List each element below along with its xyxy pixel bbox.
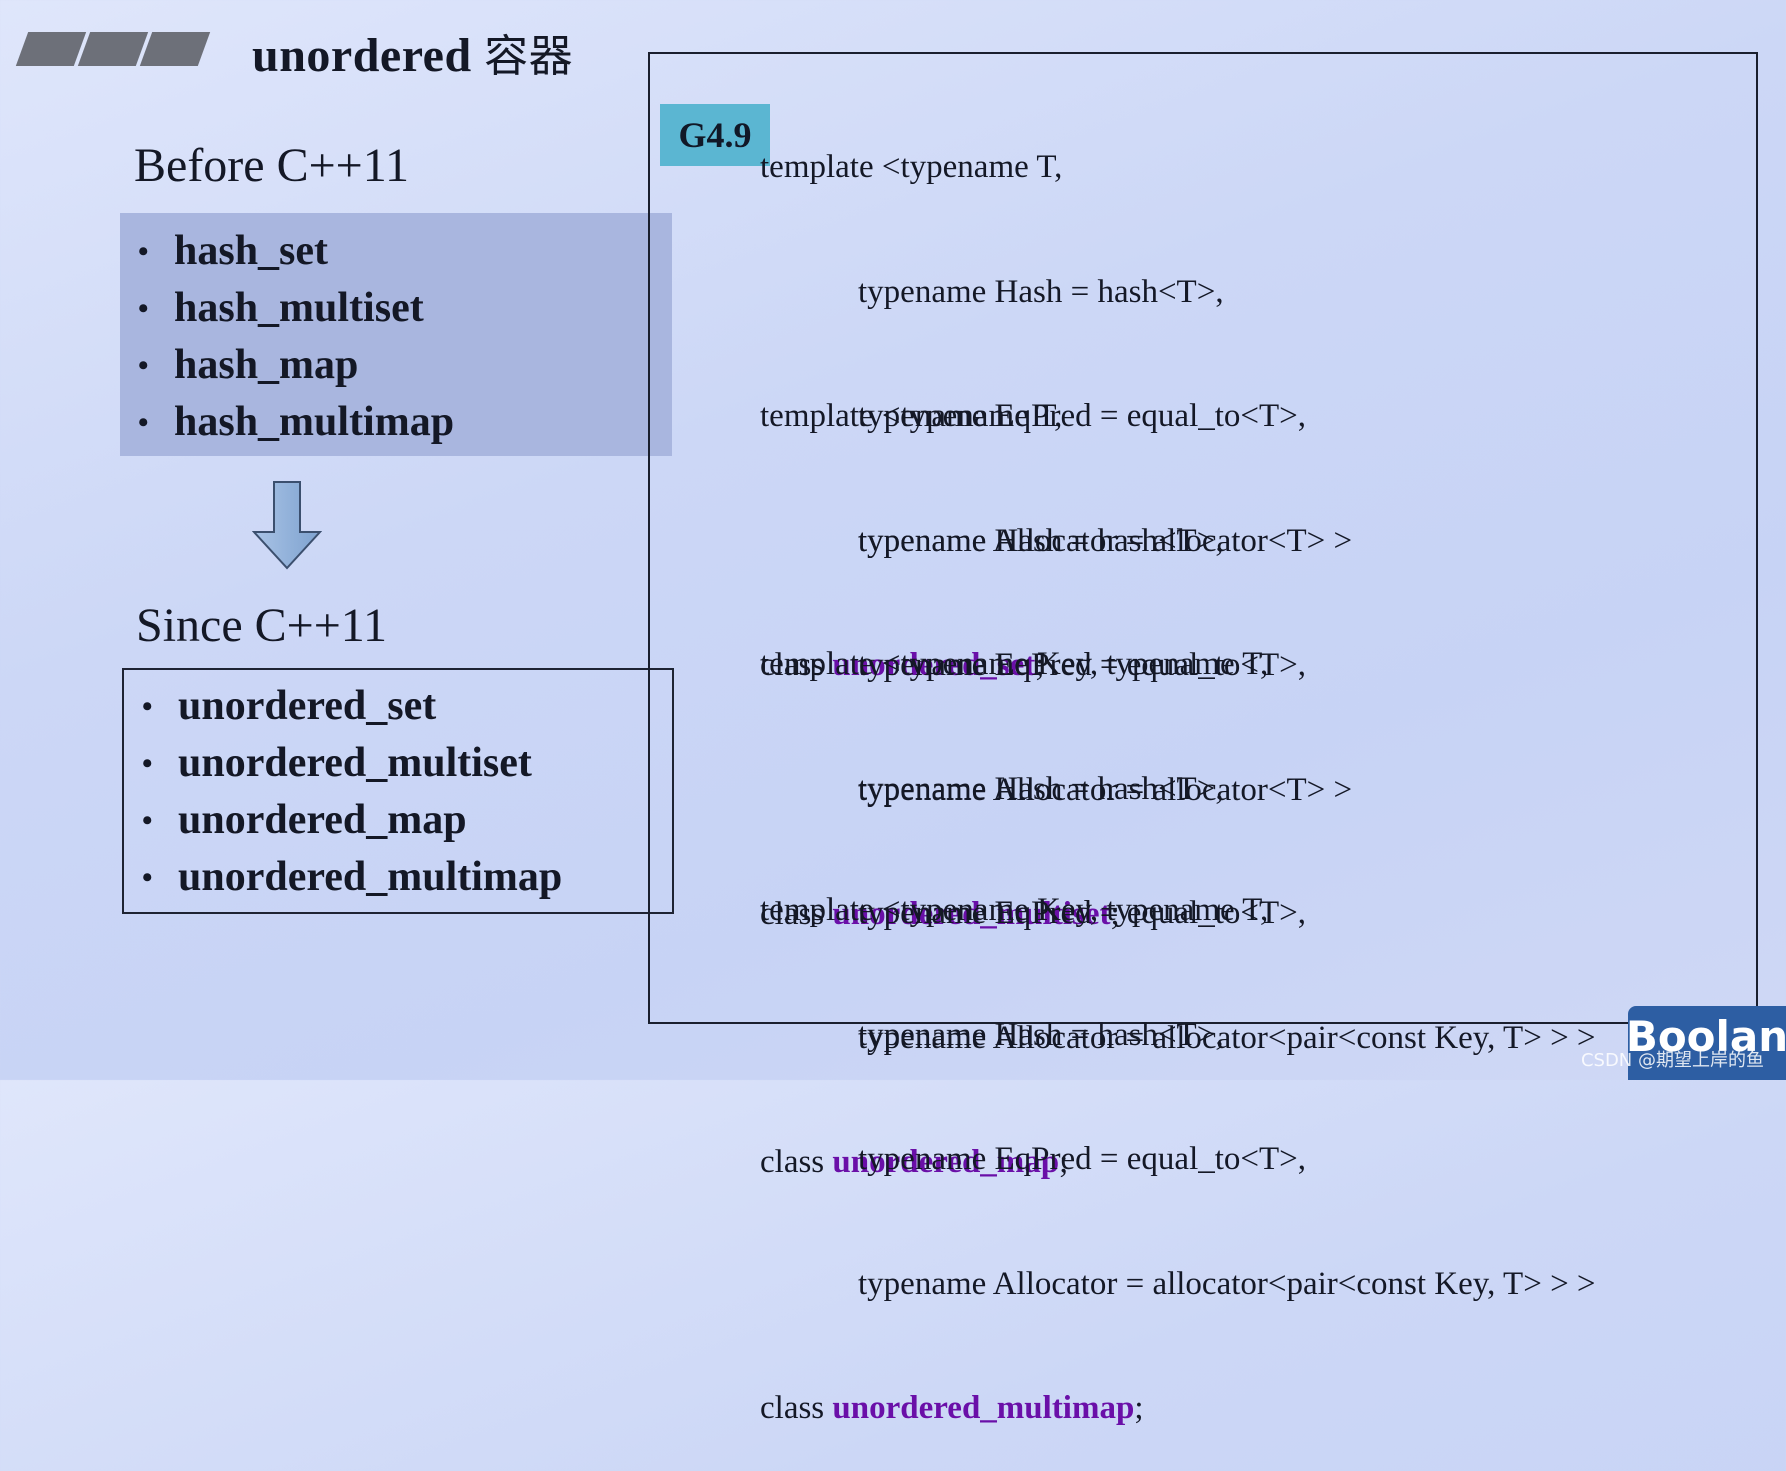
slanted-bars-decoration-1 bbox=[15, 32, 87, 66]
slanted-bars-decoration-3 bbox=[139, 32, 211, 66]
code-line: typename Hash = hash<T>, bbox=[858, 273, 1224, 310]
before-cpp11-list-box: hash_set hash_multiset hash_map hash_mul… bbox=[120, 213, 672, 456]
list-item: hash_set bbox=[120, 223, 672, 280]
list-item: unordered_set bbox=[124, 678, 672, 735]
code-line: typename Hash = hash<T>, bbox=[858, 1016, 1224, 1053]
down-arrow-icon bbox=[252, 481, 322, 570]
before-cpp11-heading: Before C++11 bbox=[134, 139, 409, 192]
code-line: template <typename T, bbox=[760, 149, 1063, 185]
csdn-watermark: CSDN @期望上岸的鱼 bbox=[1580, 1050, 1764, 1071]
terminator: ; bbox=[1134, 1390, 1144, 1426]
code-line: typename EqPred = equal_to<T>, bbox=[858, 1141, 1307, 1177]
code-line: typename Hash = hash<T>, bbox=[858, 770, 1224, 807]
code-block-unordered-multimap: template <typename Key, typename T, type… bbox=[760, 807, 1596, 1471]
since-cpp11-list-box: unordered_set unordered_multiset unorder… bbox=[122, 668, 674, 914]
code-line: typename Hash = hash<T>, bbox=[858, 522, 1224, 559]
class-keyword: class bbox=[760, 1390, 833, 1426]
slide-title-latin: unordered bbox=[252, 29, 485, 82]
list-item: unordered_map bbox=[124, 792, 672, 849]
list-item: unordered_multimap bbox=[124, 849, 672, 906]
code-line: typename Allocator = allocator<pair<cons… bbox=[858, 1265, 1596, 1302]
list-item: unordered_multiset bbox=[124, 735, 672, 792]
list-item: hash_multimap bbox=[120, 394, 672, 451]
code-line: template <typename Key, typename T, bbox=[760, 892, 1269, 928]
code-line: template <typename T, bbox=[760, 398, 1063, 434]
code-line: template <typename Key, typename T, bbox=[760, 646, 1269, 682]
slanted-bars-decoration-2 bbox=[77, 32, 149, 66]
list-item: hash_multiset bbox=[120, 280, 672, 337]
class-name: unordered_multimap bbox=[832, 1390, 1135, 1426]
slide-title: unordered 容器 bbox=[252, 20, 573, 84]
version-badge: G4.9 bbox=[660, 104, 770, 166]
list-item: hash_map bbox=[120, 337, 672, 394]
slide-title-cjk: 容器 bbox=[484, 31, 574, 82]
class-declaration: class unordered_multimap; bbox=[760, 1388, 1596, 1430]
since-cpp11-heading: Since C++11 bbox=[136, 599, 388, 652]
